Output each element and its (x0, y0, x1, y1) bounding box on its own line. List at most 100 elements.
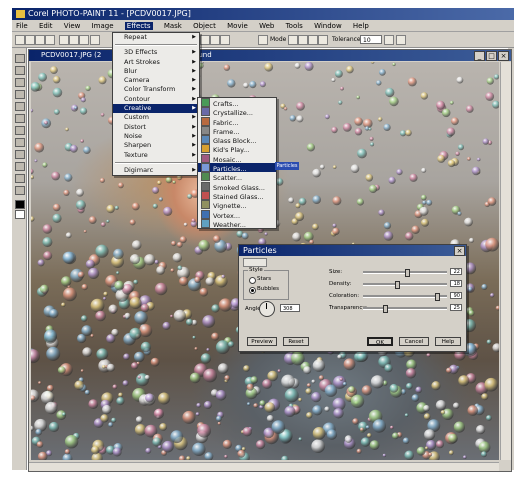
angle-dial[interactable] (259, 301, 275, 317)
help-button[interactable]: Help (435, 337, 461, 346)
density-slider[interactable] (363, 281, 447, 289)
creative-menu-item[interactable]: Kid's Play... (198, 144, 276, 154)
paint-tool-icon[interactable] (15, 174, 25, 183)
fill-tool-icon[interactable] (15, 150, 25, 159)
creative-menu-item[interactable]: Particles... (198, 163, 276, 173)
mask-tool-icon[interactable] (15, 66, 25, 75)
preview-mode-icons[interactable] (243, 258, 267, 267)
effects-menu-item[interactable]: Noise ▶ (113, 132, 199, 141)
zoom-tool-icon[interactable] (15, 102, 25, 111)
effects-menu-item[interactable]: Blur ▶ (113, 67, 199, 76)
style-bubbles-radio[interactable] (249, 287, 256, 294)
effects-menu-item[interactable]: Texture ▶ (113, 151, 199, 160)
transparency-value[interactable]: 25 (450, 304, 462, 311)
effects-menu-item[interactable]: Creative ▶ (113, 104, 199, 114)
pick-tool-icon[interactable] (15, 54, 25, 63)
effects-menu-item[interactable]: Color Transform ▶ (113, 85, 199, 94)
creative-menu-item[interactable]: Crystallize... (198, 107, 276, 117)
minimize-button[interactable]: _ (474, 51, 485, 61)
creative-menu-item[interactable]: Vortex... (198, 209, 276, 220)
shape-tool-icon[interactable] (15, 162, 25, 171)
creative-menu-item[interactable]: Frame... (198, 125, 276, 136)
undo-icon[interactable] (90, 35, 100, 45)
style-stars-radio[interactable] (249, 277, 256, 284)
foreground-color-swatch[interactable] (15, 200, 25, 209)
cut-icon[interactable] (59, 35, 69, 45)
creative-menu-item[interactable]: Scatter... (198, 172, 276, 182)
hand-icon[interactable] (210, 35, 220, 45)
creative-menu-item[interactable]: Smoked Glass... (198, 181, 276, 192)
effects-menu-item[interactable]: 3D Effects ▶ (113, 48, 199, 57)
effects-menu-item[interactable]: Art Strokes ▶ (113, 58, 199, 67)
effects-menu-item[interactable]: Camera ▶ (113, 76, 199, 85)
effects-menu-item[interactable]: Digimarc ▶ (113, 166, 199, 175)
mode-xor-icon[interactable] (318, 35, 328, 45)
creative-menu-item[interactable]: Fabric... (198, 116, 276, 127)
mode-normal-icon[interactable] (288, 35, 298, 45)
crop-tool-icon[interactable] (15, 90, 25, 99)
creative-menu-item[interactable]: Mosaic... (198, 153, 276, 164)
reset-button[interactable]: Reset (283, 337, 309, 346)
effect-tool-icon[interactable] (15, 186, 25, 195)
transparency-slider[interactable] (363, 305, 447, 313)
eyedropper-tool-icon[interactable] (15, 114, 25, 123)
menu-object[interactable]: Object (193, 22, 216, 30)
mode-add-icon[interactable] (298, 35, 308, 45)
open-icon[interactable] (25, 35, 35, 45)
menu-file[interactable]: File (16, 22, 28, 30)
menu-web[interactable]: Web (259, 22, 274, 30)
creative-menu-item[interactable]: Crafts... (198, 98, 276, 108)
horizontal-scrollbar[interactable] (29, 462, 499, 471)
dialog-close-button[interactable]: × (454, 246, 465, 256)
effects-menu-item[interactable]: Distort ▶ (113, 123, 199, 132)
creative-menu-item[interactable]: Vignette... (198, 200, 276, 210)
angle-input[interactable]: 308 (280, 304, 300, 312)
eraser-tool-icon[interactable] (15, 126, 25, 135)
creative-menu-item[interactable]: Glass Block... (198, 135, 276, 145)
maximize-button[interactable]: □ (486, 51, 497, 61)
magic-wand-icon[interactable] (258, 35, 268, 45)
effects-menu-item[interactable]: Repeat ▶ (113, 33, 199, 42)
creative-menu-item[interactable]: Stained Glass... (198, 190, 276, 201)
size-value[interactable]: 22 (450, 268, 462, 275)
print-icon[interactable] (45, 35, 55, 45)
menu-view[interactable]: View (64, 22, 81, 30)
text-tool-icon[interactable] (15, 138, 25, 147)
zoom-icon[interactable] (200, 35, 210, 45)
coloration-value[interactable]: 90 (450, 292, 462, 299)
menu-tools[interactable]: Tools (286, 22, 303, 30)
size-slider[interactable] (363, 269, 447, 277)
menu-help[interactable]: Help (353, 22, 369, 30)
density-value[interactable]: 18 (450, 280, 462, 287)
coloration-slider-thumb[interactable] (435, 293, 440, 301)
close-button[interactable]: × (498, 51, 509, 61)
coloration-slider[interactable] (363, 293, 447, 301)
vertical-scrollbar[interactable] (500, 62, 511, 460)
menu-effects[interactable]: Effects (124, 22, 153, 30)
menu-edit[interactable]: Edit (39, 22, 53, 30)
preview-button[interactable]: Preview (247, 337, 277, 346)
transparency-slider-thumb[interactable] (383, 305, 388, 313)
save-icon[interactable] (35, 35, 45, 45)
effects-menu-item[interactable]: Custom ▶ (113, 113, 199, 122)
density-slider-thumb[interactable] (395, 281, 400, 289)
effects-menu-item[interactable]: Sharpen ▶ (113, 141, 199, 150)
ok-button[interactable]: OK (367, 337, 393, 346)
menu-mask[interactable]: Mask (164, 22, 182, 30)
effects-menu-item[interactable]: Contour ▶ (113, 95, 199, 104)
creative-menu-item[interactable]: Weather... (198, 218, 276, 229)
copy-icon[interactable] (69, 35, 79, 45)
menu-image[interactable]: Image (92, 22, 114, 30)
antialias-icon[interactable] (396, 35, 406, 45)
tolerance-input[interactable]: 10 (360, 35, 382, 44)
lasso-tool-icon[interactable] (15, 78, 25, 87)
mode-subtract-icon[interactable] (308, 35, 318, 45)
size-slider-thumb[interactable] (404, 269, 410, 277)
background-color-swatch[interactable] (15, 210, 25, 219)
paste-icon[interactable] (79, 35, 89, 45)
menu-window[interactable]: Window (314, 22, 342, 30)
new-icon[interactable] (15, 35, 25, 45)
grid-icon[interactable] (220, 35, 230, 45)
menu-movie[interactable]: Movie (227, 22, 248, 30)
tolerance-spinner[interactable] (384, 35, 394, 45)
